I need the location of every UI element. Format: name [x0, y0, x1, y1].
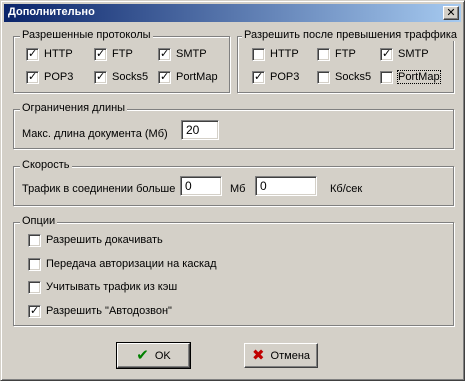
checkbox-box[interactable]	[28, 280, 41, 294]
speed-legend: Скорость	[20, 159, 72, 171]
checkbox-label: HTTP	[44, 48, 73, 60]
checkbox-label: POP3	[270, 71, 300, 83]
after-limit-legend: Разрешить после превышения траффика	[242, 29, 460, 41]
checkbox-allowed-http[interactable]: ✓ HTTP	[26, 47, 73, 61]
checkbox-box[interactable]	[28, 233, 41, 247]
checkbox-autodial[interactable]: ✓ Разрешить "Автодозвон"	[28, 304, 172, 318]
checkbox-allowed-pop3[interactable]: ✓ POP3	[26, 70, 73, 84]
checkbox-box[interactable]: ✓	[26, 46, 39, 61]
checkbox-box[interactable]	[380, 70, 393, 84]
speed-threshold-label: Трафик в соединении больше	[22, 183, 176, 195]
cancel-button-label: Отмена	[270, 349, 311, 362]
checkbox-label: PortMap	[397, 70, 441, 84]
traffic-mb-input[interactable]: 0	[180, 176, 222, 196]
check-icon: ✓	[28, 69, 38, 83]
check-icon: ✓	[254, 69, 264, 83]
checkbox-allowed-portmap[interactable]: ✓ PortMap	[158, 70, 218, 84]
checkbox-label: HTTP	[270, 48, 299, 60]
options-legend: Опции	[20, 215, 58, 227]
checkbox-box[interactable]: ✓	[158, 46, 171, 61]
check-icon: ✓	[28, 46, 38, 60]
cross-icon: ✖	[251, 346, 265, 364]
check-icon: ✓	[382, 46, 392, 60]
check-icon: ✓	[160, 46, 170, 60]
title-bar[interactable]: Дополнительно ✕	[4, 4, 461, 22]
checkbox-cascade-auth[interactable]: Передача авторизации на каскад	[28, 257, 217, 271]
checkbox-label: SMTP	[176, 48, 207, 60]
options-group: Опции Разрешить докачивать Передача авто…	[13, 215, 454, 326]
checkbox-box[interactable]	[28, 257, 41, 271]
window-title: Дополнительно	[8, 6, 95, 18]
speed-kb-input[interactable]: 0	[255, 176, 317, 196]
checkbox-label: Разрешить докачивать	[46, 234, 163, 246]
checkbox-allowed-socks5[interactable]: ✓ Socks5	[94, 70, 148, 84]
kb-unit-label: Кб/сек	[330, 183, 363, 195]
checkbox-after-pop3[interactable]: ✓ POP3	[252, 70, 299, 84]
dialog-window: Дополнительно ✕ Разрешенные протоколы ✓ …	[0, 0, 465, 381]
checkbox-resume-downloads[interactable]: Разрешить докачивать	[28, 233, 163, 247]
ok-button-label: OK	[154, 349, 171, 362]
checkbox-box[interactable]: ✓	[94, 46, 107, 61]
allowed-protocols-group: Разрешенные протоколы ✓ HTTP ✓ FTP ✓ SMT…	[13, 29, 230, 93]
checkbox-label: Socks5	[112, 71, 149, 83]
cancel-button[interactable]: ✖ Отмена	[244, 343, 318, 368]
checkbox-box[interactable]: ✓	[380, 46, 393, 61]
checkbox-box[interactable]	[317, 47, 330, 61]
checkbox-after-socks5[interactable]: Socks5	[317, 70, 371, 84]
checkbox-box[interactable]: ✓	[26, 69, 39, 84]
allowed-protocols-legend: Разрешенные протоколы	[20, 29, 153, 41]
checkbox-count-cache-traffic[interactable]: Учитывать трафик из кэш	[28, 280, 177, 294]
checkbox-after-http[interactable]: HTTP	[252, 47, 299, 61]
checkbox-label: Разрешить "Автодозвон"	[46, 305, 172, 317]
length-limit-group: Ограничения длины Макс. длина документа …	[13, 102, 454, 149]
check-icon: ✓	[30, 303, 40, 317]
checkbox-box[interactable]	[252, 47, 265, 61]
speed-group: Скорость Трафик в соединении больше 0 Мб…	[13, 159, 454, 206]
max-length-label: Макс. длина документа (Мб)	[22, 128, 168, 140]
checkbox-box[interactable]	[317, 70, 330, 84]
mb-unit-label: Мб	[230, 183, 246, 195]
close-icon: ✕	[446, 6, 456, 19]
checkbox-label: Передача авторизации на каскад	[46, 258, 217, 270]
checkbox-allowed-ftp[interactable]: ✓ FTP	[94, 47, 133, 61]
checkbox-after-smtp[interactable]: ✓ SMTP	[380, 47, 429, 61]
checkbox-after-ftp[interactable]: FTP	[317, 47, 356, 61]
checkbox-box[interactable]: ✓	[28, 303, 41, 318]
checkbox-label: Учитывать трафик из кэш	[46, 281, 178, 293]
checkbox-label: POP3	[44, 71, 74, 83]
check-icon: ✓	[96, 69, 106, 83]
checkbox-label: FTP	[112, 48, 133, 60]
checkbox-label: PortMap	[176, 71, 218, 83]
checkbox-after-portmap[interactable]: PortMap	[380, 70, 441, 84]
checkbox-label: Socks5	[335, 71, 372, 83]
checkmark-icon: ✔	[136, 346, 149, 364]
max-length-input[interactable]: 20	[181, 120, 219, 140]
close-button[interactable]: ✕	[443, 6, 459, 20]
checkbox-label: SMTP	[398, 48, 429, 60]
checkbox-box[interactable]: ✓	[94, 69, 107, 84]
checkbox-allowed-smtp[interactable]: ✓ SMTP	[158, 47, 207, 61]
checkbox-label: FTP	[335, 48, 356, 60]
check-icon: ✓	[96, 46, 106, 60]
check-icon: ✓	[160, 69, 170, 83]
ok-button[interactable]: ✔ OK	[116, 342, 191, 369]
length-limit-legend: Ограничения длины	[20, 102, 128, 114]
after-limit-group: Разрешить после превышения траффика HTTP…	[237, 29, 460, 93]
checkbox-box[interactable]: ✓	[252, 69, 265, 84]
checkbox-box[interactable]: ✓	[158, 69, 171, 84]
